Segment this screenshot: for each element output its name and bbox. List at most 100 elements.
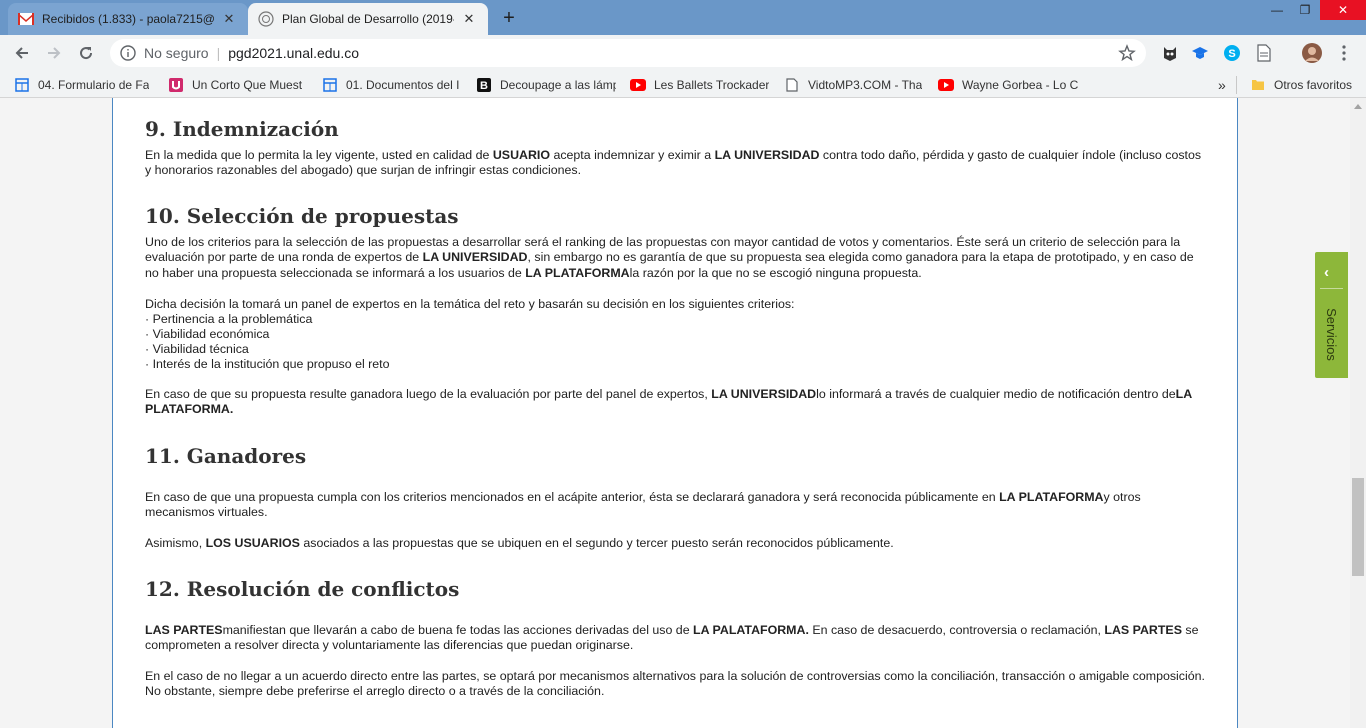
bookmark-label: VidtoMP3.COM - Tha [808, 78, 923, 92]
folder-icon [1250, 77, 1266, 93]
gmail-icon [18, 11, 34, 27]
tab-pgd[interactable]: Plan Global de Desarrollo (2019- ✕ [248, 3, 488, 35]
tab-gmail[interactable]: Recibidos (1.833) - paola7215@g ✕ [8, 3, 248, 35]
servicios-label: Servicios [1324, 307, 1339, 361]
restore-icon[interactable]: ❐ [1288, 0, 1322, 20]
document-extension-icon[interactable] [1254, 43, 1274, 63]
security-label: No seguro [144, 45, 209, 61]
bookmark-star-icon[interactable] [1118, 44, 1136, 62]
scrollbar-thumb[interactable] [1352, 478, 1364, 576]
section-heading-resolucion: 12. Resolución de conflictos [145, 577, 460, 601]
text: En caso de que su propuesta resulte gana… [145, 387, 712, 401]
close-tab-icon[interactable]: ✕ [220, 10, 238, 28]
criteria-item: · Viabilidad técnica [145, 342, 249, 356]
page-viewport: 9. Indemnización En la medida que lo per… [0, 98, 1350, 728]
scroll-up-arrow-icon[interactable] [1354, 104, 1362, 109]
profile-avatar[interactable] [1302, 43, 1322, 63]
tab-title: Recibidos (1.833) - paola7215@g [42, 12, 214, 26]
bookmark-item[interactable]: 01. Documentos del I [322, 76, 462, 94]
bookmark-item[interactable]: Wayne Gorbea - Lo C [938, 76, 1078, 94]
paragraph: LAS PARTESmanifiestan que llevarán a cab… [145, 623, 1205, 654]
bookmark-item[interactable]: 04. Formulario de Fa [14, 76, 154, 94]
menu-icon[interactable] [1334, 43, 1354, 63]
bookmarks-divider [1236, 76, 1237, 94]
svg-text:B: B [480, 80, 488, 92]
bold-text: LOS USUARIOS [205, 536, 300, 550]
youtube-icon [938, 77, 954, 93]
other-bookmarks-folder[interactable]: Otros favoritos [1250, 76, 1362, 94]
bookmarks-bar: 04. Formulario de Fa Un Corto Que Muest … [0, 71, 1366, 98]
bold-text: LAS PARTES [1104, 623, 1182, 637]
window-close-icon[interactable]: ✕ [1320, 0, 1366, 20]
divider [1320, 288, 1343, 289]
bookmark-label: Les Ballets Trockader [654, 78, 770, 92]
graduation-cap-icon[interactable] [1190, 43, 1210, 63]
section-heading-seleccion: 10. Selección de propuestas [145, 204, 459, 228]
youtube-icon [630, 77, 646, 93]
text: En caso de desacuerdo, controversia o re… [808, 623, 1105, 637]
paragraph: En caso de que una propuesta cumpla con … [145, 490, 1205, 521]
bookmark-item[interactable]: Les Ballets Trockader [630, 76, 770, 94]
paragraph: En la medida que lo permita la ley vigen… [145, 148, 1205, 179]
criteria-item: · Viabilidad económica [145, 327, 270, 341]
more-bookmarks-button[interactable]: » [1218, 76, 1232, 94]
bold-text: LA UNIVERSIDAD [422, 250, 528, 265]
unal-seal-icon [258, 11, 274, 27]
bold-text: LA UNIVERSIDAD [714, 148, 820, 162]
page-icon [784, 77, 800, 93]
text: En la medida que lo permita la ley vigen… [145, 148, 493, 162]
forward-icon[interactable] [42, 41, 66, 65]
text: acepta indemnizar y eximir a [550, 148, 715, 162]
tab-strip: Recibidos (1.833) - paola7215@g ✕ Plan G… [0, 0, 1366, 35]
bookmark-label: Decoupage a las lámp [500, 78, 616, 92]
servicios-label-wrap: Servicios [1319, 304, 1344, 364]
paragraph: En el caso de no llegar a un acuerdo dir… [145, 669, 1205, 699]
reload-icon[interactable] [74, 41, 98, 65]
new-tab-icon[interactable]: + [498, 7, 520, 29]
bold-text: LA PLATAFORMA [999, 490, 1104, 504]
paragraph: Asimismo, LOS USUARIOS asociados a las p… [145, 536, 1205, 551]
bookmark-label: Un Corto Que Muest [192, 78, 303, 92]
bold-text: LA PALATAFORMA. [693, 623, 809, 637]
criteria-item: · Pertinencia a la problemática [145, 312, 313, 326]
b-logo-icon: B [476, 77, 492, 93]
vertical-scrollbar[interactable] [1350, 98, 1366, 728]
url-separator: | [216, 45, 221, 61]
bookmark-item[interactable]: B Decoupage a las lámp [476, 76, 616, 94]
svg-text:S: S [1228, 48, 1235, 60]
bold-text: LA UNIVERSIDAD [711, 387, 817, 401]
close-tab-icon[interactable]: ✕ [460, 10, 478, 28]
owl-extension-icon[interactable] [1160, 43, 1180, 63]
info-icon[interactable] [120, 45, 136, 61]
bold-text: LA PLATAFORMA [525, 265, 630, 280]
section-heading-indemnizacion: 9. Indemnización [145, 117, 339, 141]
text: manifiestan que llevarán a cabo de buena… [222, 623, 694, 637]
url-host: pgd2021.unal.edu.co [228, 45, 360, 61]
text: la razón por la que no se escogió ningun… [629, 265, 922, 280]
browser-toolbar: No seguro | pgd2021.unal.edu.co S [0, 35, 1366, 71]
bookmark-item[interactable]: Un Corto Que Muest [168, 76, 308, 94]
criteria-item: · Interés de la institución que propuso … [145, 357, 390, 371]
skype-icon[interactable]: S [1222, 43, 1242, 63]
terms-content-panel: 9. Indemnización En la medida que lo per… [112, 98, 1238, 728]
chevron-left-icon[interactable]: ‹ [1324, 264, 1329, 281]
bookmark-label: 04. Formulario de Fa [38, 78, 150, 92]
bookmark-label: Otros favoritos [1274, 78, 1353, 92]
bold-text: USUARIO [492, 148, 550, 162]
calendar-icon [322, 77, 338, 93]
back-icon[interactable] [10, 41, 34, 65]
section-heading-ganadores: 11. Ganadores [145, 444, 307, 468]
tab-title: Plan Global de Desarrollo (2019- [282, 12, 454, 26]
bookmark-label: 01. Documentos del I [346, 78, 460, 92]
text: lo informará a través de cualquier medio… [816, 387, 1176, 401]
servicios-side-tab[interactable]: ‹ Servicios [1315, 252, 1348, 378]
text: asociados a las propuestas que se ubique… [299, 536, 894, 550]
bold-text: LAS PARTES [145, 623, 223, 637]
text: En caso de que una propuesta cumpla con … [145, 490, 1000, 504]
bookmark-item[interactable]: VidtoMP3.COM - Tha [784, 76, 924, 94]
bookmark-label: Wayne Gorbea - Lo C [962, 78, 1078, 92]
paragraph: Uno de los criterios para la selección d… [145, 235, 1205, 281]
text: Asimismo, [145, 536, 206, 550]
address-bar[interactable]: No seguro | pgd2021.unal.edu.co [110, 39, 1146, 67]
u-logo-icon [168, 77, 184, 93]
